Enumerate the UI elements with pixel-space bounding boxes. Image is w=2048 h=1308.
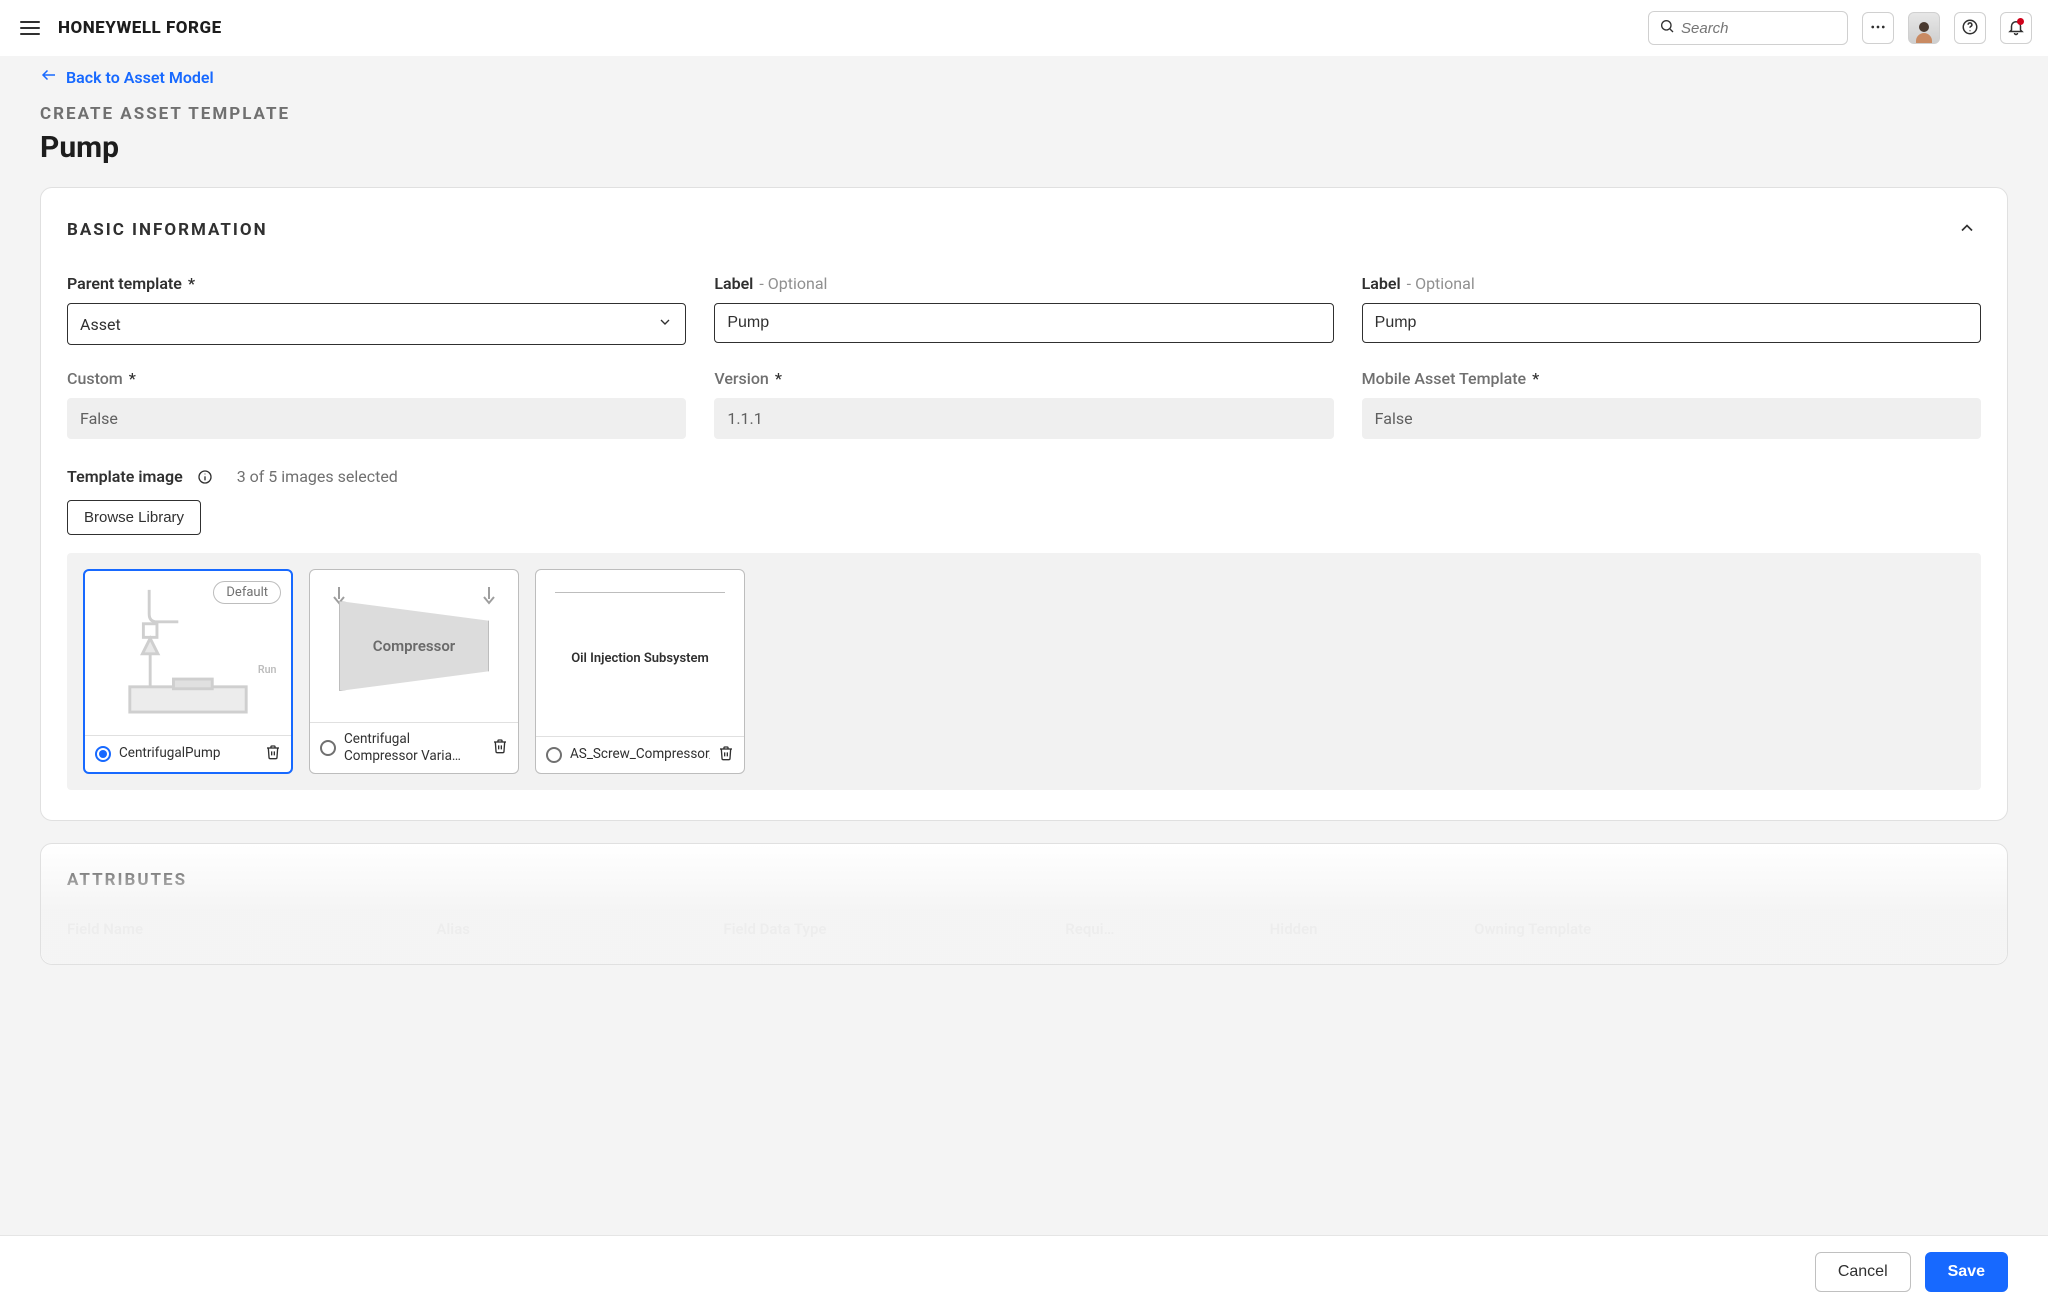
delete-image-button[interactable] [718, 745, 734, 765]
template-image-card[interactable]: Compressor Centrifugal Compressor Varia… [309, 569, 519, 774]
delete-image-button[interactable] [492, 738, 508, 758]
chevron-up-icon [1957, 226, 1977, 242]
attributes-card: ATTRIBUTES Field Name Alias Field Data T… [40, 843, 2008, 965]
col-actions [1816, 920, 1981, 938]
template-image-card[interactable]: Oil Injection Subsystem AS_Screw_Compres… [535, 569, 745, 774]
save-button[interactable]: Save [1925, 1252, 2008, 1292]
browse-library-button[interactable]: Browse Library [67, 500, 201, 535]
col-required: Requi… [1065, 920, 1257, 938]
image-radio[interactable] [546, 747, 562, 763]
compressor-label: Compressor [339, 601, 489, 691]
image-radio[interactable] [320, 740, 336, 756]
version-label: Version [714, 369, 769, 388]
image-preview: Oil Injection Subsystem [536, 570, 744, 736]
label2-label: Label [1362, 274, 1401, 293]
label-field-1: Label - Optional [714, 274, 1333, 345]
mobile-template-field: Mobile Asset Template * False [1362, 369, 1981, 439]
more-icon [1869, 18, 1887, 39]
custom-label: Custom [67, 369, 123, 388]
attributes-title: ATTRIBUTES [67, 870, 1981, 890]
mobile-label: Mobile Asset Template [1362, 369, 1526, 388]
col-field-name: Field Name [67, 920, 424, 938]
label2-input[interactable] [1362, 303, 1981, 343]
label-field-2: Label - Optional [1362, 274, 1981, 345]
oil-preview-label: Oil Injection Subsystem [555, 592, 725, 700]
image-radio[interactable] [95, 746, 111, 762]
parent-template-label: Parent template [67, 274, 182, 293]
col-owning-template: Owning Template [1474, 920, 1804, 938]
basic-info-title: BASIC INFORMATION [67, 220, 268, 240]
attributes-header-row: Field Name Alias Field Data Type Requi… … [67, 920, 1981, 938]
parent-template-select[interactable]: Asset [67, 303, 686, 345]
more-button[interactable] [1862, 12, 1894, 44]
col-alias: Alias [436, 920, 711, 938]
arrow-left-icon [40, 66, 58, 88]
page-eyebrow: CREATE ASSET TEMPLATE [40, 104, 2008, 124]
custom-field: Custom * False [67, 369, 686, 439]
image-name: CentrifugalPump [119, 745, 257, 762]
user-avatar[interactable] [1908, 12, 1940, 44]
notification-dot [2017, 18, 2024, 25]
label1-label: Label [714, 274, 753, 293]
label1-input[interactable] [714, 303, 1333, 343]
template-image-count: 3 of 5 images selected [237, 467, 398, 486]
help-button[interactable] [1954, 12, 1986, 44]
collapse-button[interactable] [1953, 214, 1981, 246]
parent-template-value: Asset [80, 315, 121, 334]
notifications-button[interactable] [2000, 12, 2032, 44]
version-field: Version * 1.1.1 [714, 369, 1333, 439]
brand-logo: HONEYWELL FORGE [58, 18, 222, 38]
template-image-card[interactable]: Default Run [83, 569, 293, 774]
mobile-value: False [1362, 398, 1981, 439]
image-preview: Compressor [310, 570, 518, 722]
help-icon [1961, 18, 1979, 39]
image-name: Centrifugal Compressor Varia… [344, 731, 484, 765]
template-image-tray: Default Run [67, 553, 1981, 790]
col-datatype: Field Data Type [723, 920, 1053, 938]
custom-value: False [67, 398, 686, 439]
cancel-button[interactable]: Cancel [1815, 1252, 1911, 1292]
page-title: Pump [40, 130, 2008, 165]
parent-template-field: Parent template * Asset [67, 274, 686, 345]
footer-bar: Cancel Save [0, 1235, 2048, 1308]
chevron-down-icon [657, 314, 673, 334]
back-link[interactable]: Back to Asset Model [40, 66, 2008, 88]
label2-optional: - Optional [1407, 274, 1475, 293]
basic-info-card: BASIC INFORMATION Parent template * Asse… [40, 187, 2008, 821]
search-icon [1659, 18, 1681, 38]
search-input-wrap[interactable] [1648, 11, 1848, 45]
svg-text:Run: Run [258, 663, 277, 676]
col-hidden: Hidden [1270, 920, 1462, 938]
info-icon[interactable] [197, 469, 213, 485]
topbar: HONEYWELL FORGE [0, 0, 2048, 56]
back-link-label: Back to Asset Model [66, 68, 214, 87]
delete-image-button[interactable] [265, 744, 281, 764]
menu-button[interactable] [16, 14, 44, 42]
search-input[interactable] [1681, 20, 1882, 37]
version-value: 1.1.1 [714, 398, 1333, 439]
default-badge: Default [213, 581, 281, 604]
image-name: AS_Screw_Compressor_Oil_Injected_V… [570, 746, 710, 763]
label1-optional: - Optional [759, 274, 827, 293]
template-image-label: Template image [67, 467, 183, 486]
